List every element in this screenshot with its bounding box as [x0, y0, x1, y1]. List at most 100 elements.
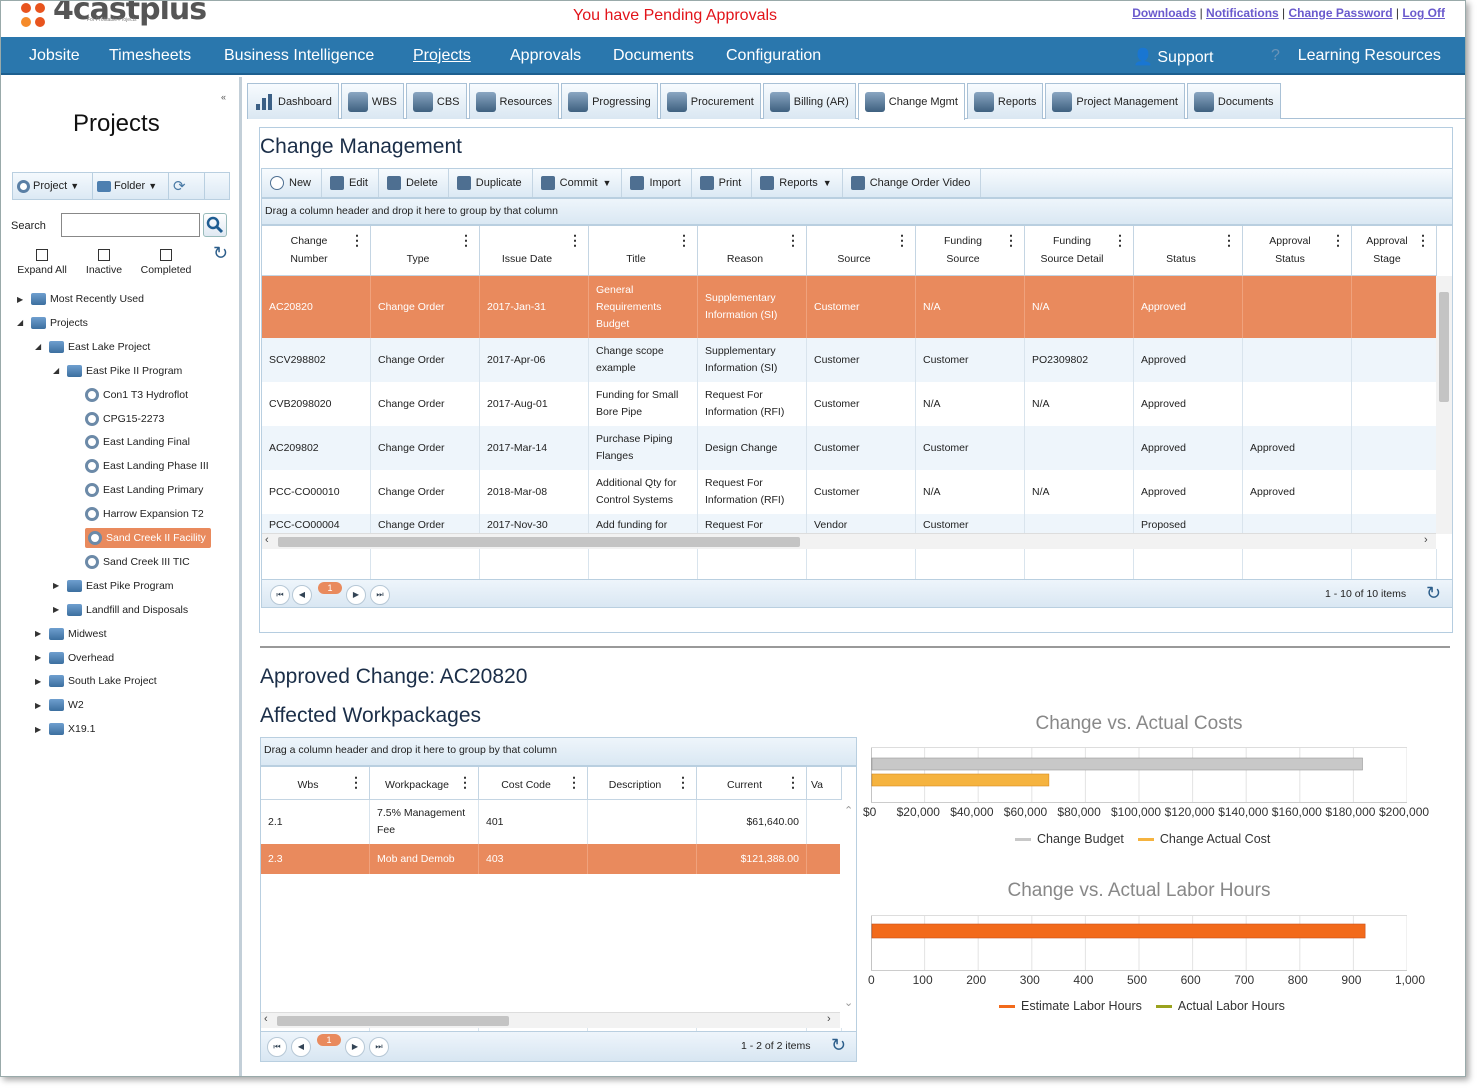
column-header-current[interactable]: Current ⋮ — [697, 767, 807, 800]
checkbox-box[interactable] — [36, 249, 48, 261]
nav-documents[interactable]: Documents — [613, 47, 694, 65]
expand-toggle-icon[interactable]: ◢ — [35, 342, 45, 351]
checkbox-box[interactable] — [160, 249, 172, 261]
column-menu-icon[interactable]: ⋮ — [1331, 232, 1345, 249]
tree-node-overhead[interactable]: ▶ Overhead — [35, 648, 114, 668]
column-menu-icon[interactable]: ⋮ — [786, 232, 800, 249]
scrollbar-thumb[interactable] — [277, 1016, 509, 1026]
table-row[interactable]: 2.1 7.5% Management Fee 401 $61,640.00 — [261, 800, 842, 844]
refresh-grid-icon[interactable]: ↻ — [1426, 583, 1441, 604]
tab-documents[interactable]: Documents — [1186, 83, 1281, 119]
tree-node-east-lake-project[interactable]: ◢ East Lake Project — [35, 337, 150, 357]
tree-node-x19-1[interactable]: ▶ X19.1 — [35, 719, 95, 739]
tree-node-east-pike-program[interactable]: ▶ East Pike Program — [53, 576, 174, 596]
column-menu-icon[interactable]: ⋮ — [786, 774, 800, 791]
scroll-right-icon[interactable]: › — [827, 1013, 831, 1025]
nav-timesheets[interactable]: Timesheets — [109, 47, 191, 65]
column-menu-icon[interactable]: ⋮ — [1222, 232, 1236, 249]
column-header-workpackage[interactable]: Workpackage ⋮ — [370, 767, 479, 800]
search-button[interactable] — [203, 213, 227, 237]
tree-node-con1-t3-hydroflot[interactable]: Con1 T3 Hydroflot — [85, 385, 188, 405]
scroll-down-icon[interactable]: ⌄ — [844, 996, 853, 1009]
sync-button[interactable]: ⟳ — [169, 173, 205, 199]
column-menu-icon[interactable]: ⋮ — [568, 232, 582, 249]
tree-node-projects[interactable]: ◢ Projects — [17, 313, 88, 333]
delete-button[interactable]: Delete — [379, 169, 449, 197]
tab-project-management[interactable]: Project Management — [1045, 83, 1185, 119]
folder-menu-button[interactable]: Folder ▼ — [93, 173, 169, 199]
bar-estimate-labor-hours[interactable] — [871, 923, 1366, 939]
first-page-button[interactable]: ⏮ — [270, 585, 290, 605]
legend-item-estimate-labor-hours[interactable]: Estimate Labor Hours — [999, 999, 1142, 1013]
column-menu-icon[interactable]: ⋮ — [1416, 232, 1430, 249]
table-row[interactable]: 2.3 Mob and Demob 403 $121,388.00 — [261, 844, 842, 874]
column-header-reason[interactable]: Reason ⋮ — [698, 226, 807, 276]
expand-toggle-icon[interactable]: ▶ — [35, 629, 45, 638]
workpackage-group-by-hint[interactable]: Drag a column header and drop it here to… — [260, 737, 857, 766]
inactive-checkbox[interactable]: Inactive — [73, 249, 135, 276]
collapse-sidebar-icon[interactable]: « — [221, 92, 226, 102]
column-header-funding-source-detail[interactable]: Funding Source Detail ⋮ — [1025, 226, 1134, 276]
nav-configuration[interactable]: Configuration — [726, 47, 821, 65]
column-menu-icon[interactable]: ⋮ — [676, 774, 690, 791]
scrollbar-thumb[interactable] — [1439, 292, 1449, 402]
column-header-approval-status[interactable]: Approval Status ⋮ — [1243, 226, 1352, 276]
legend-item-change-budget[interactable]: Change Budget — [1015, 832, 1124, 846]
print-button[interactable]: Print — [692, 169, 753, 197]
tree-node-east-pike-ii-program[interactable]: ◢ East Pike II Program — [53, 361, 182, 381]
tree-node-most-recently-used[interactable]: ▶ Most Recently Used — [17, 289, 144, 309]
downloads-link[interactable]: Downloads — [1132, 6, 1196, 20]
column-header-issue-date[interactable]: Issue Date ⋮ — [480, 226, 589, 276]
nav-projects[interactable]: Projects — [413, 47, 471, 65]
tab-cbs[interactable]: CBS — [405, 83, 467, 119]
expand-toggle-icon[interactable]: ◢ — [53, 366, 63, 375]
column-header-source[interactable]: Source ⋮ — [807, 226, 916, 276]
pending-approvals-message[interactable]: You have Pending Approvals — [573, 7, 777, 25]
tab-resources[interactable]: Resources — [468, 83, 560, 119]
tree-node-sand-creek-ii-facility[interactable]: Sand Creek II Facility — [85, 528, 211, 548]
commit-button[interactable]: Commit ▼ — [533, 169, 623, 197]
scrollbar-thumb[interactable] — [278, 537, 800, 547]
search-input[interactable] — [61, 213, 200, 237]
scroll-up-icon[interactable]: ⌃ — [844, 804, 853, 817]
tree-node-east-landing-primary[interactable]: East Landing Primary — [85, 480, 203, 500]
edit-button[interactable]: Edit — [322, 169, 379, 197]
last-page-button[interactable]: ⏭ — [369, 1037, 389, 1057]
completed-checkbox[interactable]: Completed — [135, 249, 197, 276]
column-menu-icon[interactable]: ⋮ — [677, 232, 691, 249]
column-header-type[interactable]: Type ⋮ — [371, 226, 480, 276]
table-row[interactable]: PCC-CO00004 Change Order 2017-Nov-30 Add fu… — [262, 514, 1437, 534]
expand-toggle-icon[interactable]: ▶ — [35, 653, 45, 662]
last-page-button[interactable]: ⏭ — [370, 585, 390, 605]
vertical-scrollbar[interactable]: ⌃ ⌄ — [840, 800, 856, 1012]
table-row[interactable]: CVB2098020 Change Order 2017-Aug-01 Funding… — [262, 382, 1437, 426]
column-menu-icon[interactable]: ⋮ — [350, 232, 364, 249]
column-header-cost-code[interactable]: Cost Code ⋮ — [479, 767, 588, 800]
column-header-funding-source[interactable]: Funding Source ⋮ — [916, 226, 1025, 276]
scroll-left-icon[interactable]: ‹ — [265, 534, 269, 546]
nav-jobsite[interactable]: Jobsite — [29, 47, 80, 65]
column-header-title[interactable]: Title ⋮ — [589, 226, 698, 276]
table-row[interactable]: PCC-CO00010 Change Order 2018-Mar-08 Additi… — [262, 470, 1437, 514]
tab-reports[interactable]: Reports — [966, 83, 1044, 119]
tree-node-harrow-expansion-t2[interactable]: Harrow Expansion T2 — [85, 504, 204, 524]
column-header-change-number[interactable]: Change Number ⋮ — [262, 226, 371, 276]
log-off-link[interactable]: Log Off — [1402, 6, 1445, 20]
column-menu-icon[interactable]: ⋮ — [458, 774, 472, 791]
change-order-video-button[interactable]: Change Order Video — [843, 169, 982, 197]
bar-change-budget[interactable] — [871, 757, 1363, 771]
tree-node-south-lake-project[interactable]: ▶ South Lake Project — [35, 671, 157, 691]
project-menu-button[interactable]: Project ▼ — [13, 173, 93, 199]
import-button[interactable]: Import — [622, 169, 692, 197]
expand-toggle-icon[interactable]: ▶ — [35, 677, 45, 686]
nav-business-intelligence[interactable]: Business Intelligence — [224, 47, 374, 65]
expand-all-checkbox[interactable]: Expand All — [11, 249, 73, 276]
column-menu-icon[interactable]: ⋮ — [459, 232, 473, 249]
tree-node-east-landing-phase-iii[interactable]: East Landing Phase III — [85, 456, 209, 476]
column-menu-icon[interactable]: ⋮ — [895, 232, 909, 249]
column-header-va[interactable]: Va — [807, 767, 842, 800]
tree-node-w2[interactable]: ▶ W2 — [35, 695, 84, 715]
first-page-button[interactable]: ⏮ — [267, 1037, 287, 1057]
tab-progressing[interactable]: Progressing — [561, 83, 658, 119]
next-page-button[interactable]: ▶ — [346, 585, 366, 605]
